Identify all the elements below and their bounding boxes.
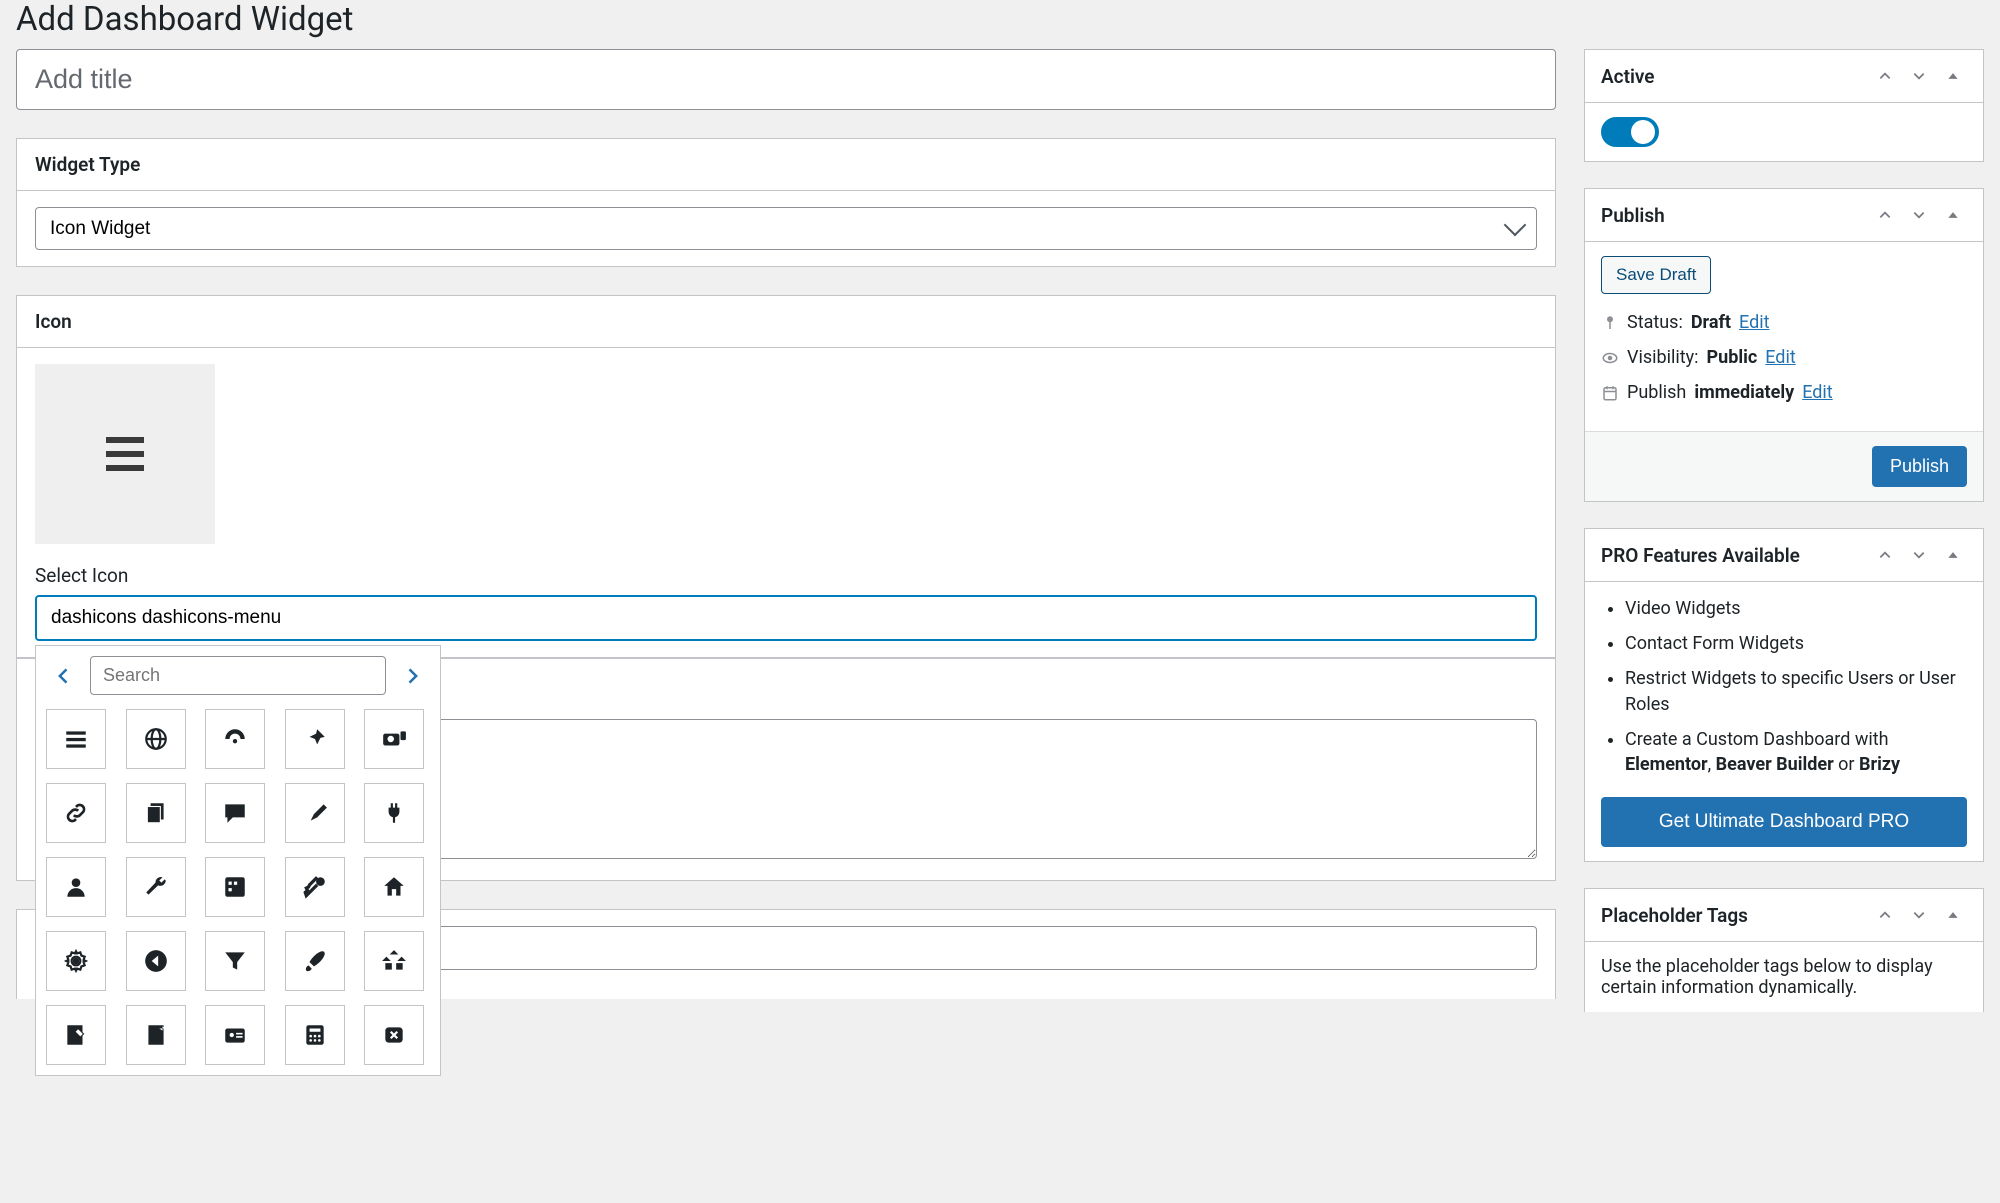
placeholder-up-button[interactable] bbox=[1871, 901, 1899, 929]
select-icon-label: Select Icon bbox=[35, 564, 1537, 587]
chevron-up-icon bbox=[1878, 208, 1892, 222]
icon-option-settings-grid[interactable] bbox=[205, 857, 265, 917]
chevron-up-icon bbox=[1878, 548, 1892, 562]
status-value: Draft bbox=[1691, 312, 1731, 333]
placeholder-down-button[interactable] bbox=[1905, 901, 1933, 929]
placeholder-collapse-button[interactable] bbox=[1939, 901, 1967, 929]
icon-option-camera[interactable] bbox=[364, 709, 424, 769]
publish-down-button[interactable] bbox=[1905, 201, 1933, 229]
icon-option-menu[interactable] bbox=[46, 709, 106, 769]
icon-option-dismiss[interactable] bbox=[364, 1005, 424, 1065]
icon-option-multisite[interactable] bbox=[364, 931, 424, 991]
chevron-down-icon bbox=[1912, 908, 1926, 922]
active-box: Active bbox=[1584, 49, 1984, 162]
icon-header: Icon bbox=[35, 310, 1537, 333]
list-item: Create a Custom Dashboard with Elementor… bbox=[1625, 727, 1967, 777]
icon-option-dashboard[interactable] bbox=[205, 709, 265, 769]
icon-option-brush[interactable] bbox=[285, 783, 345, 843]
visibility-edit-link[interactable]: Edit bbox=[1765, 347, 1795, 368]
title-input[interactable] bbox=[16, 49, 1556, 110]
list-item: Video Widgets bbox=[1625, 596, 1967, 621]
eye-icon bbox=[1601, 349, 1619, 367]
status-edit-link[interactable]: Edit bbox=[1739, 312, 1769, 333]
icon-option-page[interactable] bbox=[126, 783, 186, 843]
chevron-down-icon bbox=[1912, 548, 1926, 562]
pro-feature-list: Video Widgets Contact Form Widgets Restr… bbox=[1601, 596, 1967, 777]
publish-up-button[interactable] bbox=[1871, 201, 1899, 229]
picker-prev-button[interactable] bbox=[46, 658, 82, 694]
calendar-icon bbox=[1601, 384, 1619, 402]
chevron-right-icon bbox=[402, 666, 422, 686]
pin-icon bbox=[1601, 314, 1619, 332]
triangle-up-icon bbox=[1946, 548, 1960, 562]
placeholder-desc: Use the placeholder tags below to displa… bbox=[1601, 956, 1967, 998]
icon-box: Icon Select Icon bbox=[16, 295, 1556, 658]
placeholder-tags-box: Placeholder Tags Use the placeholder tag… bbox=[1584, 888, 1984, 1012]
publish-schedule-label: Publish bbox=[1627, 382, 1686, 403]
icon-option-gear[interactable] bbox=[46, 931, 106, 991]
icon-option-pin[interactable] bbox=[285, 709, 345, 769]
widget-type-box: Widget Type Icon Widget bbox=[16, 138, 1556, 267]
chevron-down-icon bbox=[1912, 69, 1926, 83]
icon-preview bbox=[35, 364, 215, 544]
visibility-label: Visibility: bbox=[1627, 347, 1699, 368]
save-draft-button[interactable]: Save Draft bbox=[1601, 256, 1711, 294]
icon-option-user[interactable] bbox=[46, 857, 106, 917]
icon-option-id-card[interactable] bbox=[205, 1005, 265, 1065]
chevron-left-icon bbox=[54, 666, 74, 686]
publish-title: Publish bbox=[1601, 204, 1665, 227]
icon-option-new-page[interactable] bbox=[126, 1005, 186, 1065]
triangle-up-icon bbox=[1946, 69, 1960, 83]
active-up-button[interactable] bbox=[1871, 62, 1899, 90]
menu-icon bbox=[106, 437, 144, 471]
icon-picker-dropdown bbox=[35, 645, 441, 1076]
icon-option-back[interactable] bbox=[126, 931, 186, 991]
chevron-down-icon bbox=[1912, 208, 1926, 222]
chevron-up-icon bbox=[1878, 908, 1892, 922]
chevron-up-icon bbox=[1878, 69, 1892, 83]
publish-collapse-button[interactable] bbox=[1939, 201, 1967, 229]
active-toggle-button[interactable] bbox=[1939, 62, 1967, 90]
icon-option-wrench[interactable] bbox=[126, 857, 186, 917]
icon-option-link[interactable] bbox=[46, 783, 106, 843]
status-label: Status: bbox=[1627, 312, 1683, 333]
pro-features-box: PRO Features Available Video Widgets Con… bbox=[1584, 528, 1984, 862]
publish-schedule-edit-link[interactable]: Edit bbox=[1802, 382, 1832, 403]
list-item: Contact Form Widgets bbox=[1625, 631, 1967, 656]
pro-down-button[interactable] bbox=[1905, 541, 1933, 569]
icon-select-input[interactable] bbox=[35, 595, 1537, 641]
icon-option-globe[interactable] bbox=[126, 709, 186, 769]
widget-type-header: Widget Type bbox=[35, 153, 1537, 176]
list-item: Restrict Widgets to specific Users or Us… bbox=[1625, 666, 1967, 716]
get-pro-button[interactable]: Get Ultimate Dashboard PRO bbox=[1601, 797, 1967, 847]
picker-next-button[interactable] bbox=[394, 658, 430, 694]
icon-option-paintbrush[interactable] bbox=[285, 931, 345, 991]
publish-button[interactable]: Publish bbox=[1872, 446, 1967, 487]
visibility-value: Public bbox=[1707, 347, 1758, 368]
icon-option-key[interactable] bbox=[285, 857, 345, 917]
publish-box: Publish Save Draft Status: Draft Edit bbox=[1584, 188, 1984, 502]
icon-option-write[interactable] bbox=[46, 1005, 106, 1065]
publish-schedule-value: immediately bbox=[1694, 382, 1794, 403]
pro-collapse-button[interactable] bbox=[1939, 541, 1967, 569]
placeholder-title: Placeholder Tags bbox=[1601, 904, 1748, 927]
icon-option-plug[interactable] bbox=[364, 783, 424, 843]
icon-search-input[interactable] bbox=[90, 656, 386, 695]
icon-option-comment[interactable] bbox=[205, 783, 265, 843]
page-title: Add Dashboard Widget bbox=[16, 0, 1984, 39]
active-down-button[interactable] bbox=[1905, 62, 1933, 90]
triangle-up-icon bbox=[1946, 208, 1960, 222]
active-title: Active bbox=[1601, 65, 1655, 88]
icon-option-home[interactable] bbox=[364, 857, 424, 917]
widget-type-select[interactable]: Icon Widget bbox=[35, 207, 1537, 250]
pro-title: PRO Features Available bbox=[1601, 544, 1800, 567]
pro-up-button[interactable] bbox=[1871, 541, 1899, 569]
active-toggle[interactable] bbox=[1601, 117, 1659, 147]
icon-option-filter[interactable] bbox=[205, 931, 265, 991]
icon-option-calculator[interactable] bbox=[285, 1005, 345, 1065]
triangle-up-icon bbox=[1946, 908, 1960, 922]
